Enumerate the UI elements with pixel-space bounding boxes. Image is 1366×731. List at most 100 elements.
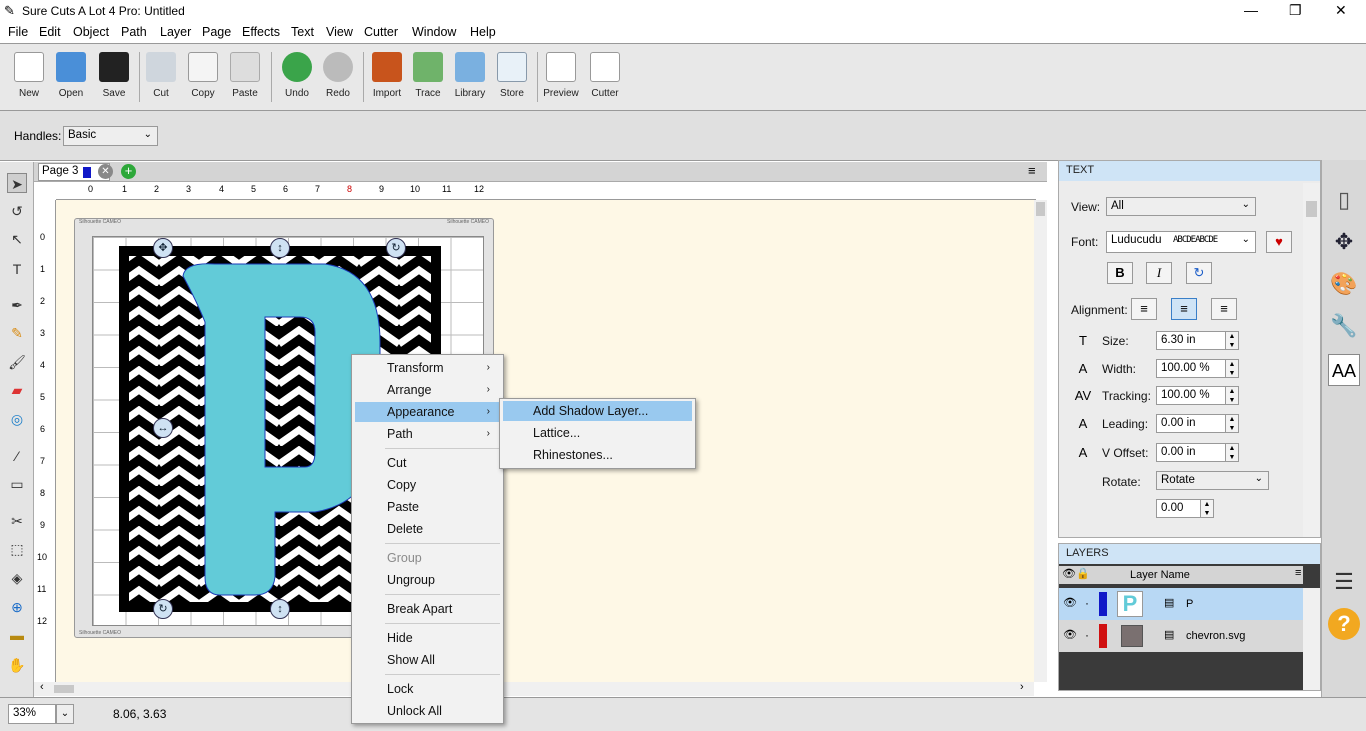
handles-select[interactable]: Basic ⌄	[63, 126, 158, 146]
preview-button[interactable]: Preview	[540, 48, 582, 108]
rotate-handle-icon[interactable]: ↻	[386, 238, 406, 258]
rotate-angle-input[interactable]: 0.00	[1156, 499, 1201, 518]
undo-button[interactable]: Undo	[276, 48, 318, 108]
scroll-left-icon[interactable]: ‹	[40, 681, 44, 693]
menu-item-delete[interactable]: Delete	[355, 519, 500, 539]
new-button[interactable]: New	[8, 48, 50, 108]
scale-handle-icon[interactable]: ✥	[153, 238, 173, 258]
v-offset-stepper-icon[interactable]: ▲ ▼	[1225, 443, 1239, 462]
menu-file[interactable]: File	[8, 25, 28, 39]
eraser-tool-icon[interactable]: ▰	[7, 380, 27, 400]
menu-edit[interactable]: Edit	[39, 25, 61, 39]
eyedropper-tool-icon[interactable]: ⁄	[7, 446, 27, 466]
font-select[interactable]: Luducudu ABCDEABCDE ⌄	[1106, 231, 1256, 253]
rotate-stepper-icon[interactable]: ▲ ▼	[1200, 499, 1214, 518]
close-page-icon[interactable]: ✕	[98, 164, 113, 179]
favorite-font-icon[interactable]: ♥	[1266, 231, 1292, 253]
menu-item-show-all[interactable]: Show All	[355, 650, 500, 670]
align-right-icon[interactable]: ≡	[1211, 298, 1237, 320]
library-button[interactable]: Library	[449, 48, 491, 108]
menu-item-add-shadow-layer[interactable]: Add Shadow Layer...	[503, 401, 692, 421]
menu-window[interactable]: Window	[412, 25, 456, 39]
text-panel-icon[interactable]: AA	[1328, 354, 1360, 386]
shape-tool-icon[interactable]: ⬚	[7, 539, 27, 559]
width-stepper-icon[interactable]: ▲ ▼	[1225, 359, 1239, 378]
menu-item-hide[interactable]: Hide	[355, 628, 500, 648]
zoom-field[interactable]: 33%	[8, 704, 56, 724]
menu-object[interactable]: Object	[73, 25, 109, 39]
scroll-thumb[interactable]	[1306, 201, 1317, 217]
store-button[interactable]: Store	[491, 48, 533, 108]
lasso-tool-icon[interactable]: ↺	[7, 201, 27, 221]
minimize-button[interactable]: —	[1244, 2, 1258, 18]
text-refresh-button[interactable]: ↻	[1186, 262, 1212, 284]
scroll-thumb[interactable]	[54, 685, 74, 693]
menu-item-ungroup[interactable]: Ungroup	[355, 570, 500, 590]
menu-item-arrange[interactable]: Arrange ›	[355, 380, 500, 400]
scroll-right-icon[interactable]: ›	[1020, 681, 1024, 693]
menu-view[interactable]: View	[326, 25, 353, 39]
copy-button[interactable]: Copy	[182, 48, 224, 108]
menu-help[interactable]: Help	[470, 25, 496, 39]
node-edit-tool-icon[interactable]: ↖	[7, 229, 27, 249]
layer-row-p[interactable]: 👁 · P ▤ P	[1059, 588, 1303, 620]
maximize-button[interactable]: ❐	[1289, 2, 1302, 19]
rectangle-tool-icon[interactable]: ▭	[7, 474, 27, 494]
menu-cutter[interactable]: Cutter	[364, 25, 398, 39]
size-stepper-icon[interactable]: ▲ ▼	[1225, 331, 1239, 350]
menu-item-paste[interactable]: Paste	[355, 497, 500, 517]
scale-vertical-handle-icon[interactable]: ↕	[270, 238, 290, 258]
eye-icon[interactable]: 👁	[1063, 596, 1077, 609]
select-tool-icon[interactable]: ➤	[7, 173, 27, 193]
help-icon[interactable]: ?	[1328, 608, 1360, 640]
menu-layer[interactable]: Layer	[160, 25, 191, 39]
move-panel-icon[interactable]: ✥	[1328, 226, 1360, 258]
size-input[interactable]: 6.30 in	[1156, 331, 1226, 350]
cut-button[interactable]: Cut	[140, 48, 182, 108]
cutter-button[interactable]: Cutter	[584, 48, 626, 108]
menu-effects[interactable]: Effects	[242, 25, 280, 39]
menu-text[interactable]: Text	[291, 25, 314, 39]
menu-item-transform[interactable]: Transform ›	[355, 358, 500, 378]
knife-tool-icon[interactable]: ✂	[7, 511, 27, 531]
scale-horizontal-handle-icon[interactable]: ↔	[153, 418, 173, 438]
close-button[interactable]: ✕	[1335, 2, 1347, 19]
italic-button[interactable]: I	[1146, 262, 1172, 284]
save-button[interactable]: Save	[93, 48, 135, 108]
canvas-options-icon[interactable]: ≡	[1028, 163, 1036, 178]
v-offset-input[interactable]: 0.00 in	[1156, 443, 1226, 462]
redo-button[interactable]: Redo	[317, 48, 359, 108]
leading-input[interactable]: 0.00 in	[1156, 414, 1226, 433]
rotate-mode-select[interactable]: Rotate ⌄	[1156, 471, 1269, 490]
lock-toggle[interactable]: ·	[1085, 596, 1089, 610]
menu-item-lattice[interactable]: Lattice...	[503, 423, 692, 443]
layer-row-chevron[interactable]: 👁 · ▤ chevron.svg	[1059, 620, 1303, 652]
menu-item-appearance[interactable]: Appearance ›	[355, 402, 500, 422]
pen-tool-icon[interactable]: ✒	[7, 295, 27, 315]
rotate-handle-icon[interactable]: ↻	[153, 599, 173, 619]
lock-toggle[interactable]: ·	[1085, 628, 1089, 642]
eye-icon[interactable]: 👁	[1063, 628, 1077, 641]
document-panel-icon[interactable]: ▯	[1328, 184, 1360, 216]
trace-button[interactable]: Trace	[407, 48, 449, 108]
vertical-scrollbar[interactable]	[1034, 200, 1047, 682]
leading-stepper-icon[interactable]: ▲ ▼	[1225, 414, 1239, 433]
paste-button[interactable]: Paste	[224, 48, 266, 108]
layers-scrollbar[interactable]	[1303, 588, 1320, 690]
text-panel-scrollbar[interactable]	[1303, 183, 1320, 537]
bold-button[interactable]: B	[1107, 262, 1133, 284]
menu-path[interactable]: Path	[121, 25, 147, 39]
menu-page[interactable]: Page	[202, 25, 231, 39]
tracking-input[interactable]: 100.00 %	[1156, 386, 1226, 405]
open-button[interactable]: Open	[50, 48, 92, 108]
pencil-tool-icon[interactable]: ✎	[7, 323, 27, 343]
menu-item-copy[interactable]: Copy	[355, 475, 500, 495]
zoom-dropdown-icon[interactable]: ⌄	[56, 704, 74, 724]
weld-tool-icon[interactable]: ◈	[7, 568, 27, 588]
align-left-icon[interactable]: ≡	[1131, 298, 1157, 320]
color-palette-icon[interactable]: 🎨	[1328, 268, 1360, 300]
ruler-tool-icon[interactable]: ▬	[7, 625, 27, 645]
menu-item-break-apart[interactable]: Break Apart	[355, 599, 500, 619]
hand-tool-icon[interactable]: ✋	[7, 655, 27, 675]
text-tool-icon[interactable]: T	[7, 259, 27, 279]
